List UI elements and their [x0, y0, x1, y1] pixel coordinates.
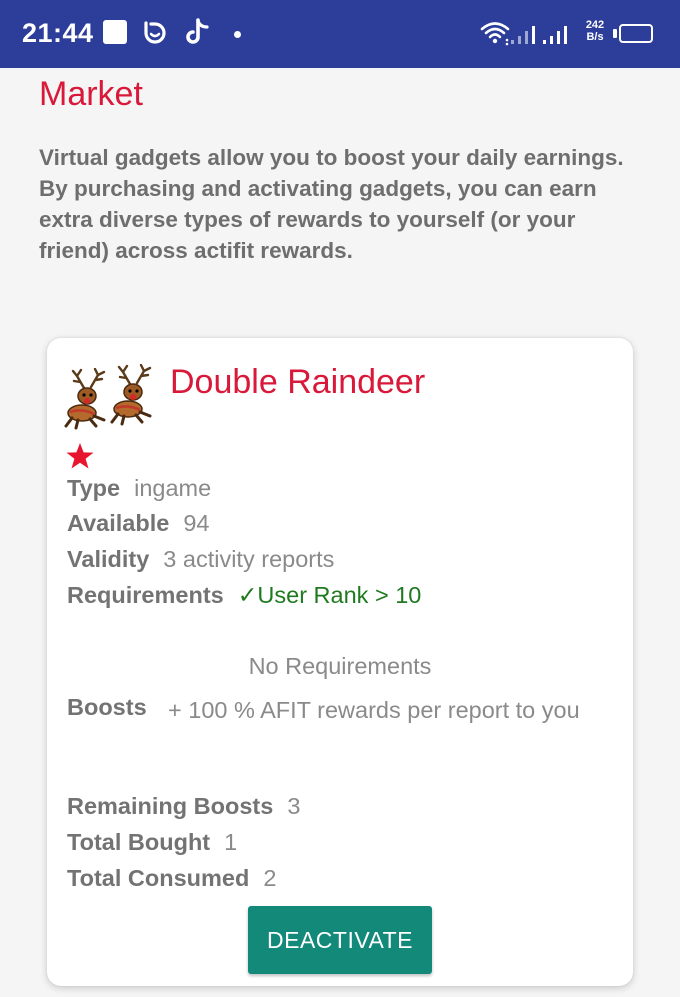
battery-nub: [613, 29, 617, 38]
total-bought-value: 1: [224, 829, 238, 855]
boosts-value: + 100 % AFIT rewards per report to you: [168, 697, 580, 723]
gadget-image: [62, 364, 156, 430]
available-label: Available: [67, 510, 170, 536]
total-consumed-row: Total Consumed 2: [67, 863, 276, 893]
signal-icon: [543, 26, 567, 44]
network-speed-value: 242: [585, 19, 605, 31]
status-time: 21:44: [22, 18, 94, 48]
type-value: ingame: [134, 475, 212, 501]
battery-icon: 85: [619, 24, 653, 43]
available-value: 94: [183, 510, 210, 536]
square-notification-icon: [103, 20, 127, 44]
remaining-boosts-value: 3: [287, 793, 301, 819]
star-icon: [66, 443, 94, 469]
boosts-label: Boosts: [67, 694, 147, 720]
validity-value: 3 activity reports: [163, 546, 335, 572]
requirements-label: Requirements: [67, 582, 224, 608]
no-requirements-text: No Requirements: [248, 653, 432, 679]
total-consumed-label: Total Consumed: [67, 865, 250, 891]
gadget-title: Double Raindeer: [170, 363, 426, 401]
tiktok-icon: [186, 18, 209, 44]
battery-level: 85: [628, 24, 644, 39]
deactivate-button[interactable]: DEACTIVATE: [248, 906, 432, 974]
type-label: Type: [67, 475, 121, 501]
total-consumed-value: 2: [263, 865, 277, 891]
requirements-value: ✓User Rank > 10: [237, 582, 422, 608]
type-row: Type ingame: [67, 473, 211, 503]
requirements-row: Requirements ✓User Rank > 10: [67, 580, 421, 610]
validity-row: Validity 3 activity reports: [67, 544, 334, 574]
remaining-boosts-label: Remaining Boosts: [67, 793, 274, 819]
network-speed-unit: B/s: [586, 31, 604, 43]
status-bar: 21:44 242 B/s 85: [0, 0, 680, 68]
network-speed: 242 B/s: [580, 19, 610, 43]
reindeer-icon: [64, 368, 106, 430]
gadget-card: Double Raindeer Type ingame Available 94 V…: [47, 338, 633, 986]
page-title: Market: [39, 75, 143, 113]
available-row: Available 94: [67, 508, 209, 538]
remaining-boosts-row: Remaining Boosts 3: [67, 791, 300, 821]
market-description: Virtual gadgets allow you to boost your …: [39, 145, 624, 263]
total-bought-row: Total Bought 1: [67, 827, 237, 857]
circle-app-icon: [144, 21, 166, 44]
validity-label: Validity: [67, 546, 150, 572]
reindeer-icon: [110, 364, 152, 426]
wifi-icon: [480, 22, 510, 46]
more-notifications-dot: [234, 31, 241, 38]
signal-icon: [511, 26, 535, 44]
total-bought-label: Total Bought: [67, 829, 211, 855]
